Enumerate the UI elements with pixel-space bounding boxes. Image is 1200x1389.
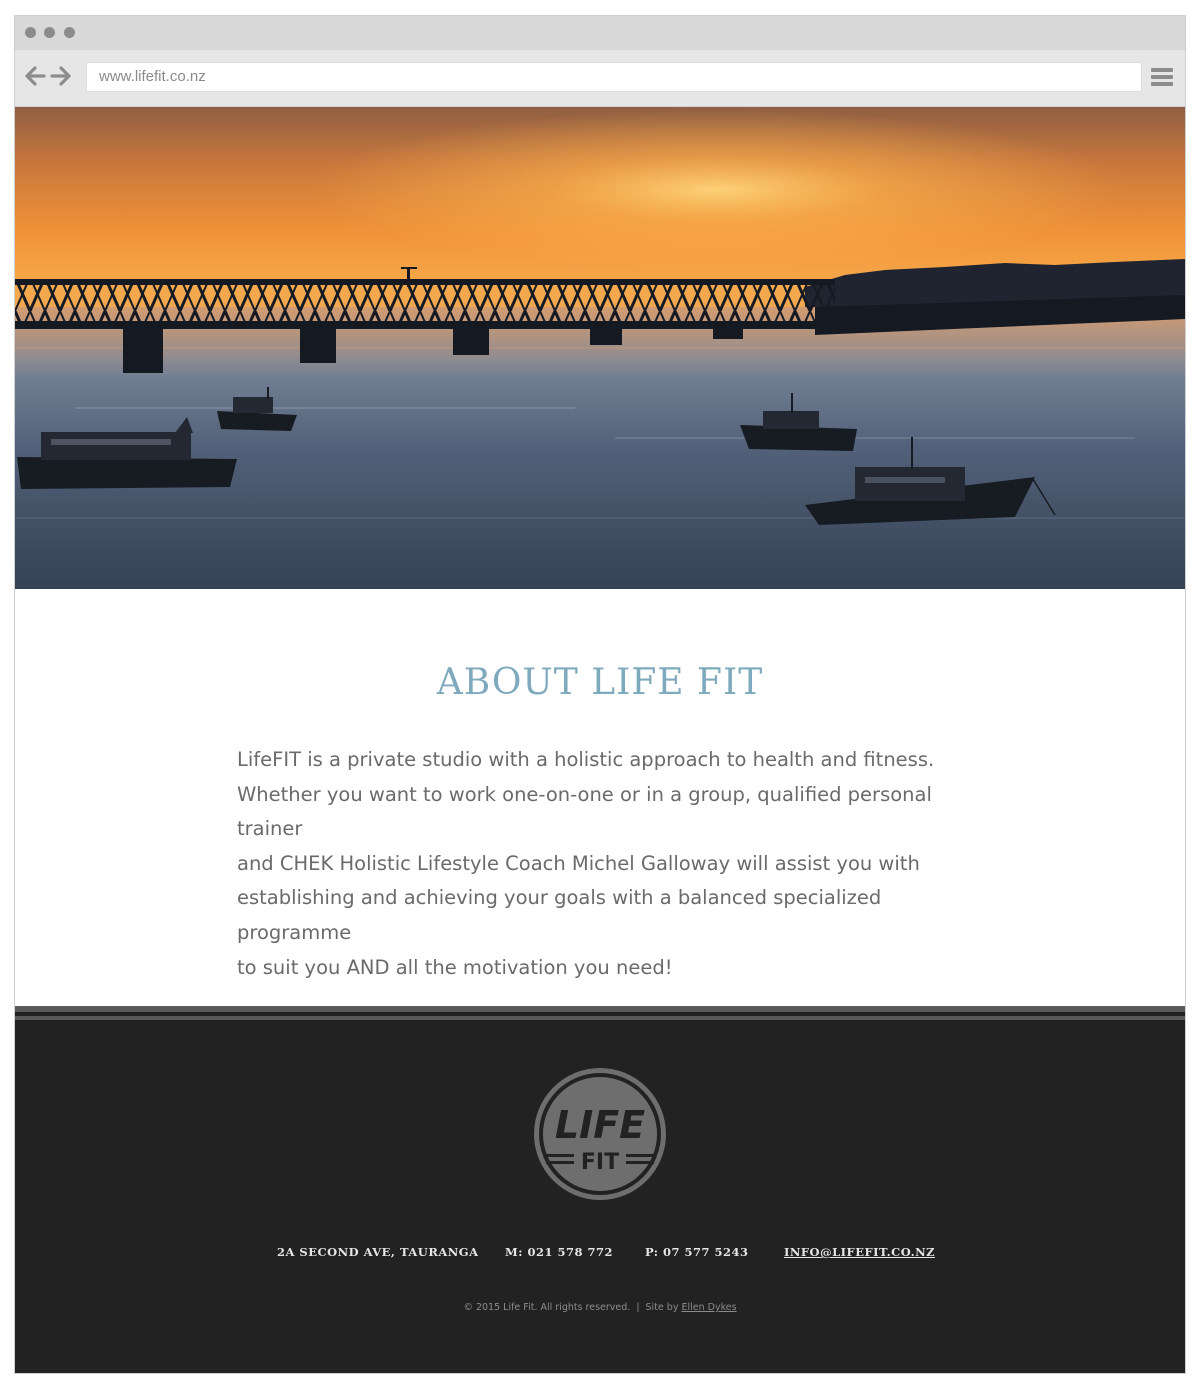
hero-image — [15, 107, 1185, 589]
copyright-text: © 2015 Life Fit. All rights reserved. — [463, 1302, 631, 1313]
window-minimize-dot[interactable] — [44, 27, 55, 38]
sunset-harbour-photo — [15, 107, 1185, 589]
about-line: to suit you AND all the motivation you n… — [237, 955, 673, 979]
address-bar-url: www.lifefit.co.nz — [99, 68, 206, 85]
window-close-dot[interactable] — [25, 27, 36, 38]
footer-mobile: M: 021 578 772 — [505, 1245, 614, 1259]
address-bar[interactable]: www.lifefit.co.nz — [86, 62, 1142, 92]
footer-phone: P: 07 577 5243 — [645, 1245, 749, 1259]
about-line: establishing and achieving your goals wi… — [237, 886, 882, 944]
browser-window: www.lifefit.co.nz ABOUT LIFE FIT LifeFIT… — [15, 16, 1185, 1373]
browser-toolbar: www.lifefit.co.nz — [15, 50, 1185, 107]
logo-word-fit: FIT — [581, 1150, 619, 1175]
lifefit-logo[interactable]: LIFE FIT — [532, 1066, 668, 1202]
about-line: LifeFIT is a private studio with a holis… — [237, 748, 935, 771]
copyright-separator: | — [636, 1302, 640, 1313]
footer-stripe — [15, 1006, 1185, 1012]
arrow-left-icon — [25, 66, 46, 86]
footer-address: 2A SECOND AVE, TAURANGA — [277, 1245, 479, 1259]
credit-prefix: Site by — [645, 1302, 679, 1313]
back-button[interactable] — [24, 65, 46, 87]
about-paragraph: LifeFIT is a private studio with a holis… — [237, 743, 967, 985]
about-heading: ABOUT LIFE FIT — [436, 662, 764, 703]
about-line: Whether you want to work one-on-one or i… — [237, 782, 932, 841]
window-zoom-dot[interactable] — [64, 27, 75, 38]
lifefit-logo-mark: LIFE FIT — [534, 1068, 666, 1200]
credit-link[interactable]: Ellen Dykes — [681, 1302, 736, 1313]
footer-email-link[interactable]: INFO@LIFEFIT.CO.NZ — [784, 1245, 935, 1259]
logo-word-life: LIFE — [555, 1103, 645, 1147]
arrow-right-icon — [50, 66, 71, 86]
footer-stripe — [15, 1016, 1185, 1020]
site-footer: LIFE FIT 2A SECOND AVE, TAURANGA M: 021 … — [15, 1006, 1185, 1373]
browser-titlebar — [15, 16, 1185, 50]
browser-menu-button[interactable] — [1151, 68, 1173, 87]
forward-button[interactable] — [50, 65, 72, 87]
about-line: and CHEK Holistic Lifestyle Coach Michel… — [237, 851, 920, 875]
footer-copyright: © 2015 Life Fit. All rights reserved. | Si… — [15, 1302, 1185, 1313]
